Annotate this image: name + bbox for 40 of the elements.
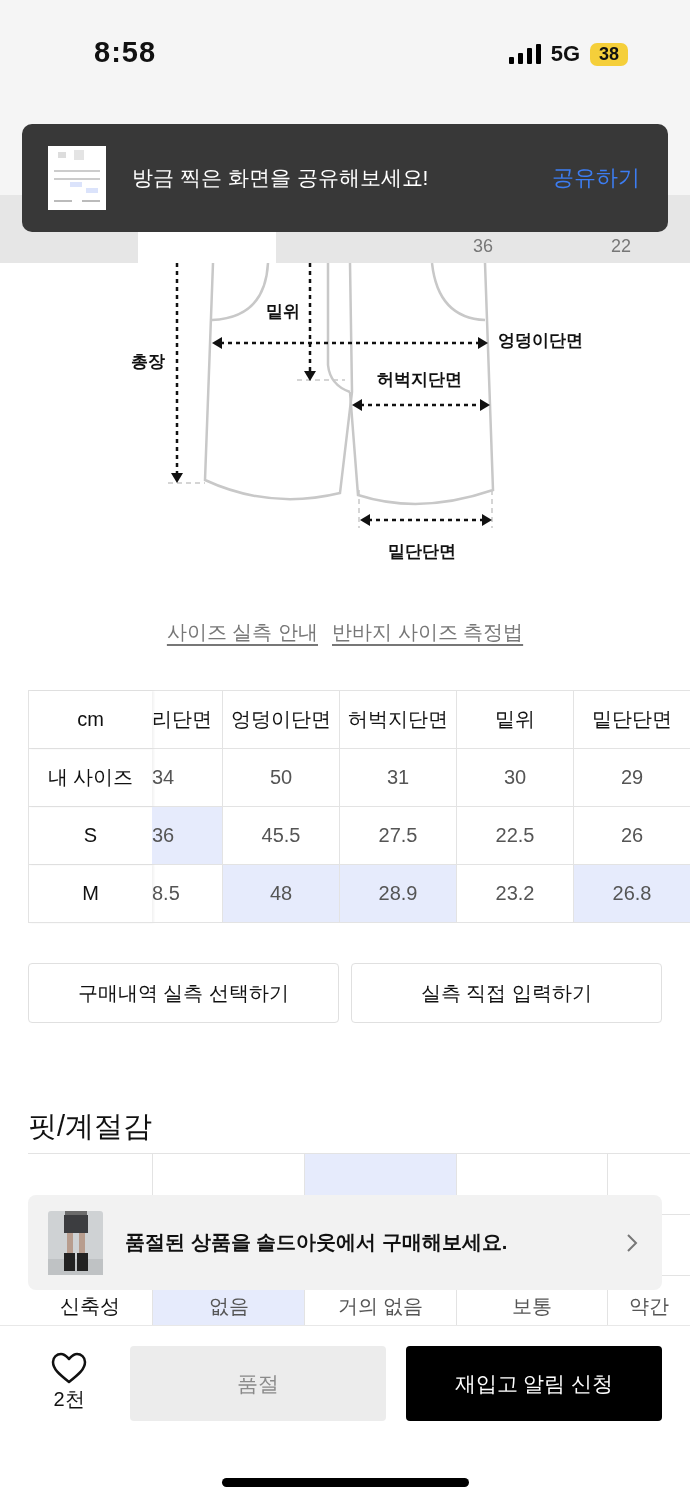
measure-button[interactable]: 실측 직접 입력하기 xyxy=(351,963,662,1023)
column-header: 밑단단면 xyxy=(573,691,690,749)
row-header: 내 사이즈 xyxy=(28,749,152,807)
restock-alert-button[interactable]: 재입고 알림 신청 xyxy=(406,1346,662,1421)
table-cell: 30 xyxy=(456,749,573,807)
table-cell: 50 xyxy=(222,749,339,807)
heart-icon[interactable] xyxy=(51,1352,87,1384)
measure-button[interactable]: 구매내역 실측 선택하기 xyxy=(28,963,339,1023)
table-cell: 48 xyxy=(222,865,339,923)
corner-header: cm xyxy=(28,691,152,749)
table-cell: 29 xyxy=(573,749,690,807)
measurement-label: 총장 xyxy=(131,352,165,372)
status-time: 8:58 xyxy=(94,36,157,69)
table-cell: 26.8 xyxy=(573,865,690,923)
table-cell: 31 xyxy=(339,749,456,807)
chevron-right-icon xyxy=(626,1232,638,1253)
measurement-label: 밑위 xyxy=(266,302,300,322)
measurement-label: 엉덩이단면 xyxy=(497,331,583,351)
measurement-label: 밑단단면 xyxy=(388,542,456,562)
guide-link[interactable]: 사이즈 실측 안내 xyxy=(166,619,318,646)
section-title: 핏/계절감 xyxy=(28,1109,154,1144)
column-header: 밑위 xyxy=(456,691,573,749)
table-cell: 28.9 xyxy=(339,865,456,923)
size-value: 22 xyxy=(611,236,631,257)
row-header: M xyxy=(28,865,152,923)
measurement-label: 허벅지단면 xyxy=(376,370,462,390)
soldout-banner[interactable]: 품절된 상품을 솔드아웃에서 구매해보세요. xyxy=(28,1195,662,1290)
banner-message: 품절된 상품을 솔드아웃에서 구매해보세요. xyxy=(125,1230,509,1255)
battery-indicator: 38 xyxy=(590,42,628,66)
toast-message: 방금 찍은 화면을 공유해보세요! xyxy=(132,165,430,191)
column-header: 엉덩이단면 xyxy=(222,691,339,749)
guide-link[interactable]: 반바지 사이즈 측정법 xyxy=(332,619,524,646)
like-count: 2천 xyxy=(53,1387,85,1412)
column-header: 허벅지단면 xyxy=(339,691,456,749)
size-value: 36 xyxy=(473,236,493,257)
table-cell: 22.5 xyxy=(456,807,573,865)
table-cell: 36 xyxy=(152,807,222,865)
signal-icon xyxy=(508,44,541,64)
column-header: 리단면 xyxy=(152,691,222,749)
network-label: 5G xyxy=(550,41,580,67)
